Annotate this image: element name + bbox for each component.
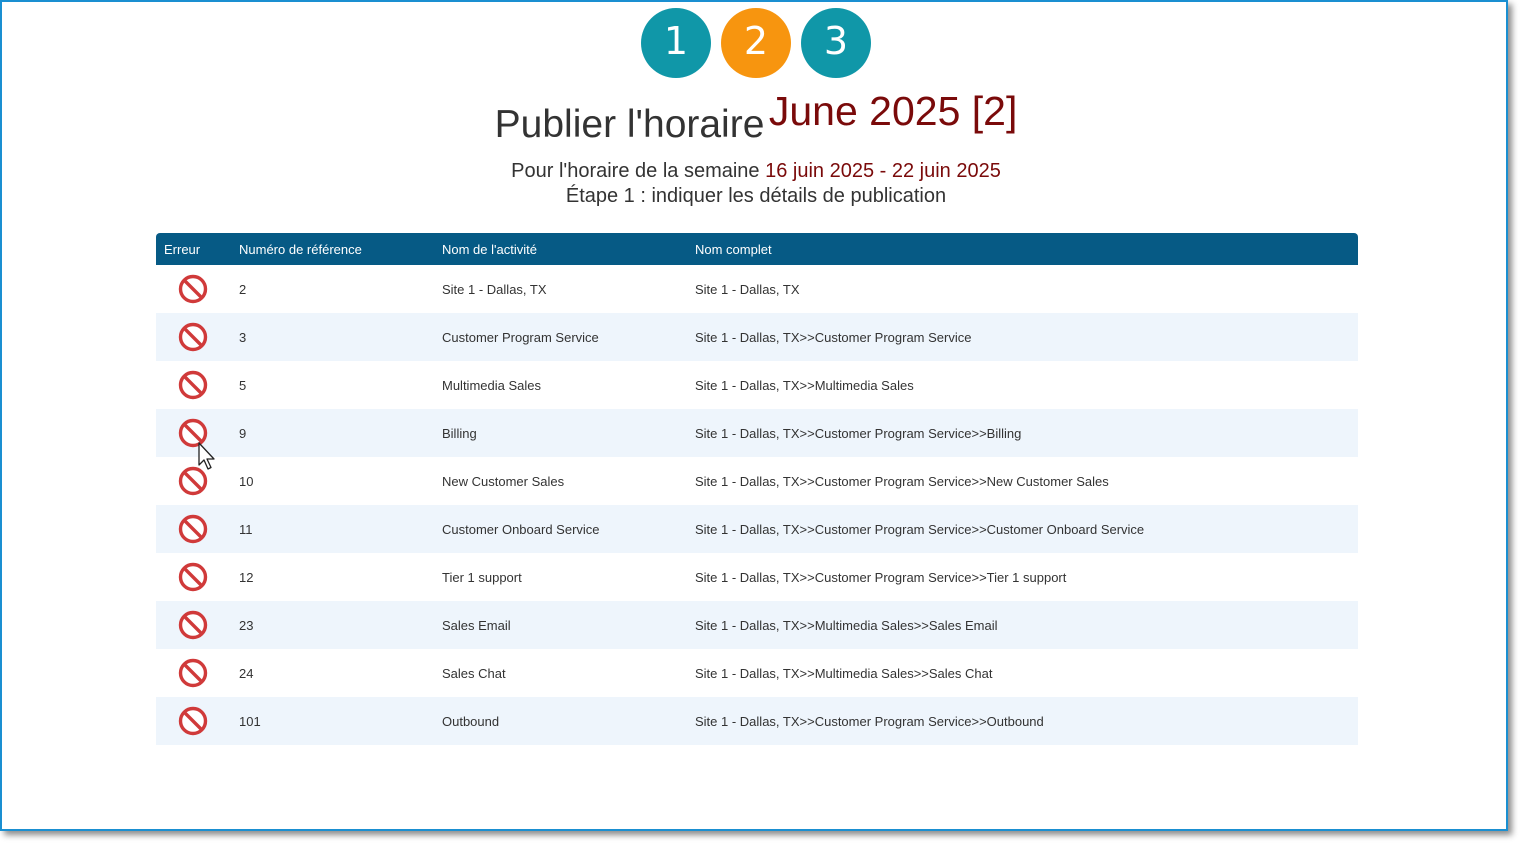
column-header-reference: Numéro de référence [239,242,362,257]
table-row[interactable]: 101 Outbound Site 1 - Dallas, TX>>Customer… [156,697,1358,745]
reference-cell: 3 [239,330,247,345]
activity-cell: Outbound [442,714,500,729]
fullname-cell: Site 1 - Dallas, TX>>Multimedia Sales [695,378,914,393]
prohibited-icon[interactable] [178,562,208,592]
table-header: Erreur Numéro de référence Nom de l'acti… [156,233,1358,265]
prohibited-icon[interactable] [178,610,208,640]
reference-cell: 10 [239,474,254,489]
prohibited-icon[interactable] [178,706,208,736]
activity-cell: Tier 1 support [442,570,522,585]
reference-cell: 23 [239,618,254,633]
table-row[interactable]: 24 Sales Chat Site 1 - Dallas, TX>>Multime… [156,649,1358,697]
error-table: Erreur Numéro de référence Nom de l'acti… [156,233,1358,745]
reference-cell: 9 [239,426,247,441]
step-2-button[interactable]: 2 [721,8,791,78]
prohibited-icon[interactable] [178,658,208,688]
activity-cell: New Customer Sales [442,474,565,489]
period-label: June 2025 [2] [768,88,1018,134]
activity-cell: Multimedia Sales [442,378,541,393]
fullname-cell: Site 1 - Dallas, TX>>Multimedia Sales>>S… [695,618,998,633]
step-instruction: Étape 1 : indiquer les détails de public… [565,185,947,207]
table-row[interactable]: 10 New Customer Sales Site 1 - Dallas, TX>… [156,457,1358,505]
week-prefix: Pour l'horaire de la semaine [511,160,760,182]
table-row[interactable]: 11 Customer Onboard Service Site 1 - Dalla… [156,505,1358,553]
prohibited-icon[interactable] [178,514,208,544]
reference-cell: 5 [239,378,247,393]
activity-cell: Customer Onboard Service [442,522,600,537]
table-row[interactable]: 5 Multimedia Sales Site 1 - Dallas, TX>>Mu… [156,361,1358,409]
step-1-button[interactable]: 1 [641,8,711,78]
step-3-button[interactable]: 3 [801,8,871,78]
table-row[interactable]: 2 Site 1 - Dallas, TX Site 1 - Dallas, TX [156,265,1358,313]
page-heading: Publier l'horaire June 2025 [2] [2,88,1510,147]
table-row[interactable]: 3 Customer Program Service Site 1 - Dallas… [156,313,1358,361]
fullname-cell: Site 1 - Dallas, TX>>Customer Program Se… [695,522,1145,537]
column-header-activity: Nom de l'activité [442,242,537,257]
column-header-error: Erreur [164,242,201,257]
mouse-cursor-icon [198,442,215,470]
reference-cell: 2 [239,282,247,297]
week-line: Pour l'horaire de la semaine 16 juin 202… [2,160,1510,183]
table-row[interactable]: 23 Sales Email Site 1 - Dallas, TX>>Multim… [156,601,1358,649]
table-row[interactable]: 9 Billing Site 1 - Dallas, TX>>Customer Pr… [156,409,1358,457]
week-range: 16 juin 2025 - 22 juin 2025 [765,160,1001,182]
fullname-cell: Site 1 - Dallas, TX>>Multimedia Sales>>S… [695,666,993,681]
activity-cell: Site 1 - Dallas, TX [442,282,547,297]
wizard-steps: 1 2 3 [2,8,1510,78]
table-row[interactable]: 12 Tier 1 support Site 1 - Dallas, TX>>Cus… [156,553,1358,601]
reference-cell: 24 [239,666,254,681]
activity-cell: Billing [442,426,477,441]
prohibited-icon[interactable] [178,322,208,352]
fullname-cell: Site 1 - Dallas, TX>>Customer Program Se… [695,570,1067,585]
app-window: 1 2 3 Publier l'horaire June 2025 [2] Po… [0,0,1508,831]
activity-cell: Sales Email [442,618,511,633]
reference-cell: 11 [239,522,253,537]
fullname-cell: Site 1 - Dallas, TX [695,282,800,297]
activity-cell: Customer Program Service [442,330,599,345]
fullname-cell: Site 1 - Dallas, TX>>Customer Program Se… [695,426,1022,441]
table-body: 2 Site 1 - Dallas, TX Site 1 - Dallas, TX 3… [156,265,1358,745]
column-header-fullname: Nom complet [695,242,772,257]
reference-cell: 12 [239,570,254,585]
prohibited-icon[interactable] [178,274,208,304]
fullname-cell: Site 1 - Dallas, TX>>Customer Program Se… [695,330,972,345]
fullname-cell: Site 1 - Dallas, TX>>Customer Program Se… [695,714,1044,729]
page-title: Publier l'horaire [494,103,765,146]
activity-cell: Sales Chat [442,666,506,681]
fullname-cell: Site 1 - Dallas, TX>>Customer Program Se… [695,474,1109,489]
prohibited-icon[interactable] [178,370,208,400]
reference-cell: 101 [239,714,261,729]
